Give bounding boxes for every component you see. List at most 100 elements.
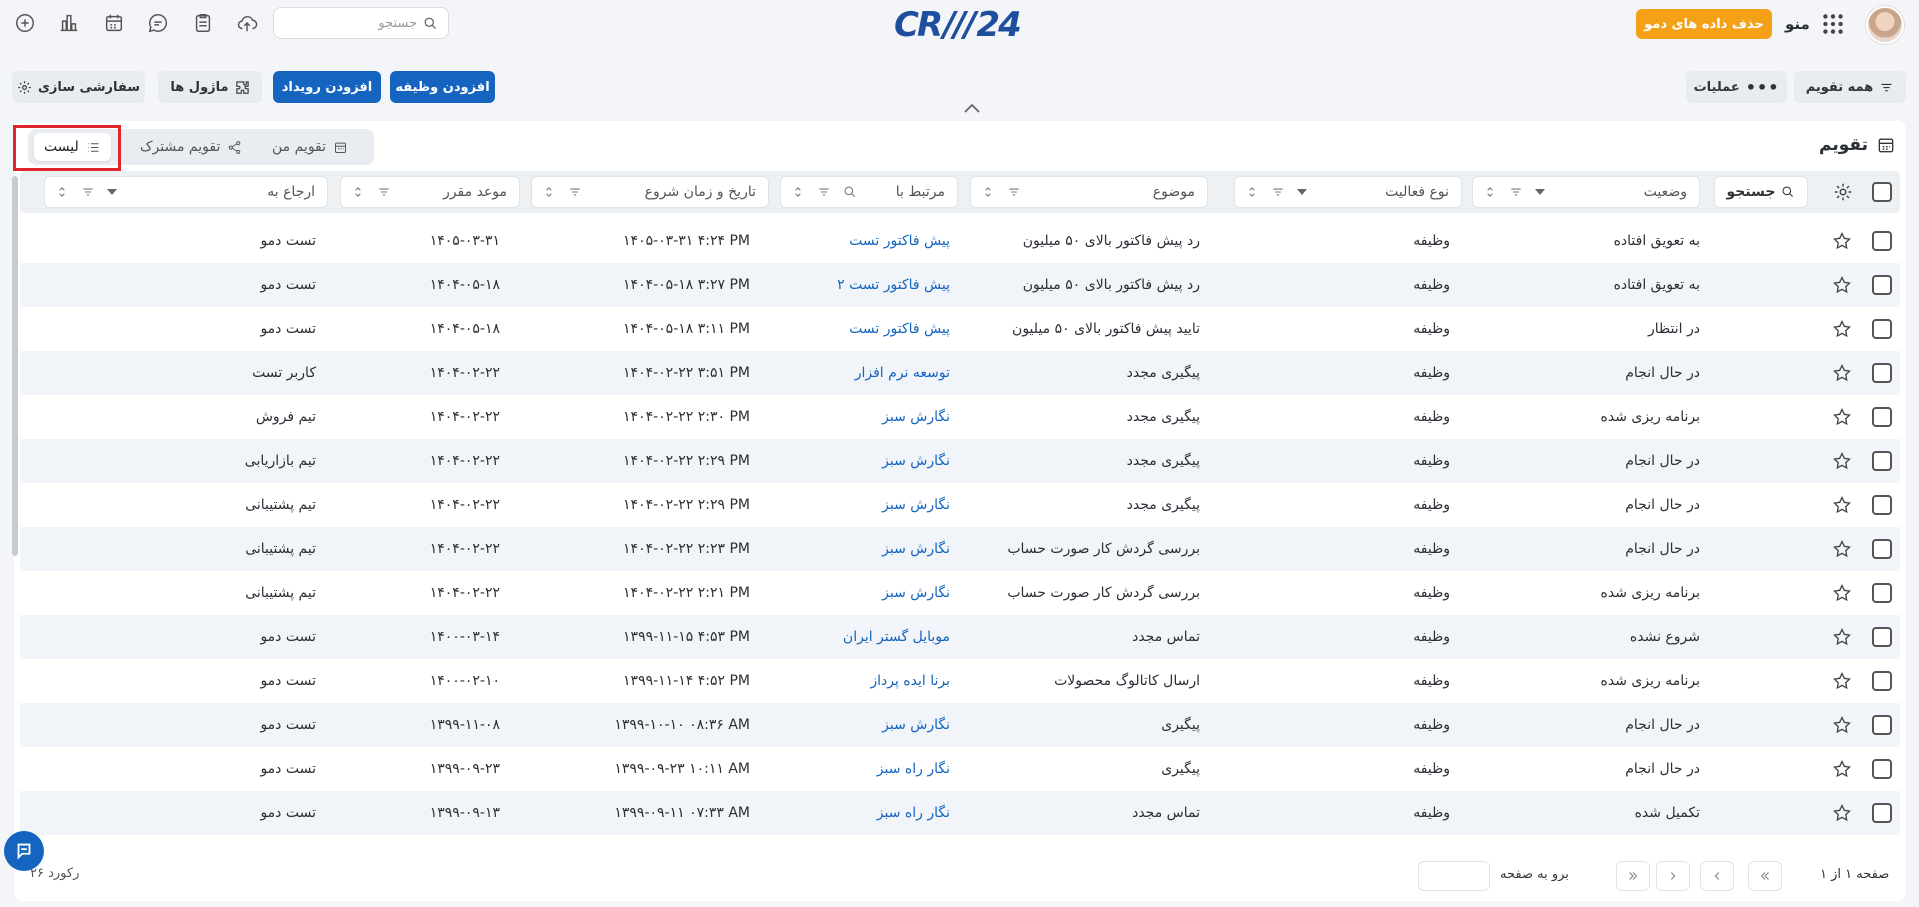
add-task-button[interactable]: افزودن وظیفه <box>390 71 495 103</box>
table-row[interactable]: برنامه ریزی شده وظیفه پیگیری مجدد نگارش سبز… <box>20 395 1900 439</box>
star-icon[interactable] <box>1832 451 1852 471</box>
chat-icon[interactable] <box>145 10 171 36</box>
star-icon[interactable] <box>1832 319 1852 339</box>
star-icon[interactable] <box>1832 627 1852 647</box>
star-icon[interactable] <box>1832 363 1852 383</box>
table-row[interactable]: برنامه ریزی شده وظیفه ارسال کاتالوگ محصولا… <box>20 659 1900 703</box>
row-checkbox[interactable] <box>1872 759 1892 779</box>
goto-page-input[interactable] <box>1418 861 1490 891</box>
table-row[interactable]: به تعویق افتاده وظیفه رد پیش فاکتور بالای … <box>20 219 1900 263</box>
row-checkbox[interactable] <box>1872 319 1892 339</box>
support-chat-button[interactable] <box>4 831 44 871</box>
row-checkbox[interactable] <box>1872 231 1892 251</box>
row-checkbox[interactable] <box>1872 451 1892 471</box>
last-page-button[interactable] <box>1748 861 1782 891</box>
related-to-column-filter[interactable]: مرتبط با <box>780 176 958 208</box>
filter-icon[interactable] <box>377 185 391 199</box>
table-row[interactable]: در حال انجام وظیفه پیگیری مجدد نگارش سبز ۱۴۰… <box>20 483 1900 527</box>
select-all-checkbox[interactable] <box>1872 182 1892 202</box>
row-checkbox[interactable] <box>1872 627 1892 647</box>
table-row[interactable]: در حال انجام وظیفه پیگیری مجدد نگارش سبز ۱۴۰… <box>20 439 1900 483</box>
due-date-column-filter[interactable]: موعد مقرر <box>340 176 520 208</box>
logo[interactable]: CR///24 <box>894 5 1022 45</box>
star-icon[interactable] <box>1832 275 1852 295</box>
sort-icon[interactable] <box>542 185 556 199</box>
add-event-button[interactable]: افزودن رویداد <box>273 71 381 103</box>
first-page-button[interactable] <box>1616 861 1650 891</box>
table-row[interactable]: در حال انجام وظیفه بررسی گردش کار صورت حسا… <box>20 527 1900 571</box>
column-settings-gear-icon[interactable] <box>1832 181 1854 203</box>
customize-button[interactable]: سفارشی سازی <box>12 71 145 103</box>
search-icon[interactable] <box>843 185 857 199</box>
delete-demo-data-button[interactable]: حذف داده های دمو <box>1636 9 1772 39</box>
star-icon[interactable] <box>1832 539 1852 559</box>
subject-column-filter[interactable]: موضوع <box>970 176 1208 208</box>
clipboard-icon[interactable] <box>190 10 216 36</box>
table-row[interactable]: برنامه ریزی شده وظیفه بررسی گردش کار صورت … <box>20 571 1900 615</box>
collapse-chevron-icon[interactable] <box>962 101 982 115</box>
column-search-button[interactable]: جستجو <box>1714 176 1808 208</box>
table-row[interactable]: در حال انجام وظیفه پیگیری نگارش سبز ۱۳۹۹-۱۰-… <box>20 703 1900 747</box>
avatar[interactable] <box>1866 6 1904 44</box>
menu-label[interactable]: منو <box>1785 12 1810 36</box>
star-icon[interactable] <box>1832 495 1852 515</box>
activity-type-column-filter[interactable]: نوع فعالیت <box>1234 176 1462 208</box>
sort-icon[interactable] <box>1245 185 1259 199</box>
star-icon[interactable] <box>1832 407 1852 427</box>
star-icon[interactable] <box>1832 671 1852 691</box>
table-row[interactable]: تکمیل شده وظیفه تماس مجدد نگار راه سبز ۱۳۹۹-… <box>20 791 1900 835</box>
status-column-filter[interactable]: وضعیت <box>1472 176 1700 208</box>
row-checkbox[interactable] <box>1872 363 1892 383</box>
row-checkbox[interactable] <box>1872 715 1892 735</box>
apps-grid-icon[interactable] <box>1820 11 1846 37</box>
table-row[interactable]: در حال انجام وظیفه پیگیری مجدد توسعه نرم اف… <box>20 351 1900 395</box>
prev-page-button[interactable] <box>1656 861 1690 891</box>
row-checkbox[interactable] <box>1872 803 1892 823</box>
filter-icon[interactable] <box>1007 185 1021 199</box>
sort-icon[interactable] <box>791 185 805 199</box>
table-row[interactable]: به تعویق افتاده وظیفه رد پیش فاکتور بالای … <box>20 263 1900 307</box>
star-icon[interactable] <box>1832 715 1852 735</box>
calendar-title-icon <box>1878 138 1894 153</box>
tab-my-calendar[interactable]: تقویم من <box>272 133 348 161</box>
star-icon[interactable] <box>1832 759 1852 779</box>
dropdown-caret-icon[interactable] <box>1535 189 1545 195</box>
row-checkbox[interactable] <box>1872 495 1892 515</box>
row-checkbox[interactable] <box>1872 583 1892 603</box>
calendar-icon[interactable] <box>101 10 127 36</box>
modules-button[interactable]: ماژول ها <box>158 71 262 103</box>
star-icon[interactable] <box>1832 583 1852 603</box>
operations-button[interactable]: عملیات ••• <box>1686 71 1787 103</box>
sort-icon[interactable] <box>351 185 365 199</box>
row-checkbox[interactable] <box>1872 539 1892 559</box>
add-icon[interactable] <box>12 10 38 36</box>
star-icon[interactable] <box>1832 231 1852 251</box>
sort-icon[interactable] <box>981 185 995 199</box>
sort-icon[interactable] <box>1483 185 1497 199</box>
filter-icon[interactable] <box>568 185 582 199</box>
table-row[interactable]: شروع نشده وظیفه تماس مجدد موبایل گستر ایران… <box>20 615 1900 659</box>
sort-icon[interactable] <box>55 185 69 199</box>
assigned-to-column-filter[interactable]: ارجاع به <box>44 176 328 208</box>
filter-icon[interactable] <box>1271 185 1285 199</box>
reports-icon[interactable] <box>56 10 82 36</box>
cell-assigned: تیم پشتیبانی <box>245 497 316 513</box>
dropdown-caret-icon[interactable] <box>107 189 117 195</box>
next-page-button[interactable] <box>1700 861 1734 891</box>
all-calendars-button[interactable]: همه تقویم <box>1794 71 1906 103</box>
star-icon[interactable] <box>1832 803 1852 823</box>
top-search-input[interactable]: جستجو <box>273 7 449 39</box>
vertical-scrollbar[interactable] <box>12 176 18 556</box>
filter-icon[interactable] <box>817 185 831 199</box>
tab-shared-calendar[interactable]: تقویم مشترک <box>140 133 242 161</box>
table-row[interactable]: در حال انجام وظیفه پیگیری نگار راه سبز ۱۳۹۹-… <box>20 747 1900 791</box>
row-checkbox[interactable] <box>1872 671 1892 691</box>
row-checkbox[interactable] <box>1872 275 1892 295</box>
cloud-upload-icon[interactable] <box>234 10 260 36</box>
filter-icon[interactable] <box>81 185 95 199</box>
table-row[interactable]: در انتظار وظیفه تایید پیش فاکتور بالای ۵۰ … <box>20 307 1900 351</box>
filter-icon[interactable] <box>1509 185 1523 199</box>
row-checkbox[interactable] <box>1872 407 1892 427</box>
dropdown-caret-icon[interactable] <box>1297 189 1307 195</box>
start-datetime-column-filter[interactable]: تاریخ و زمان شروع <box>531 176 769 208</box>
